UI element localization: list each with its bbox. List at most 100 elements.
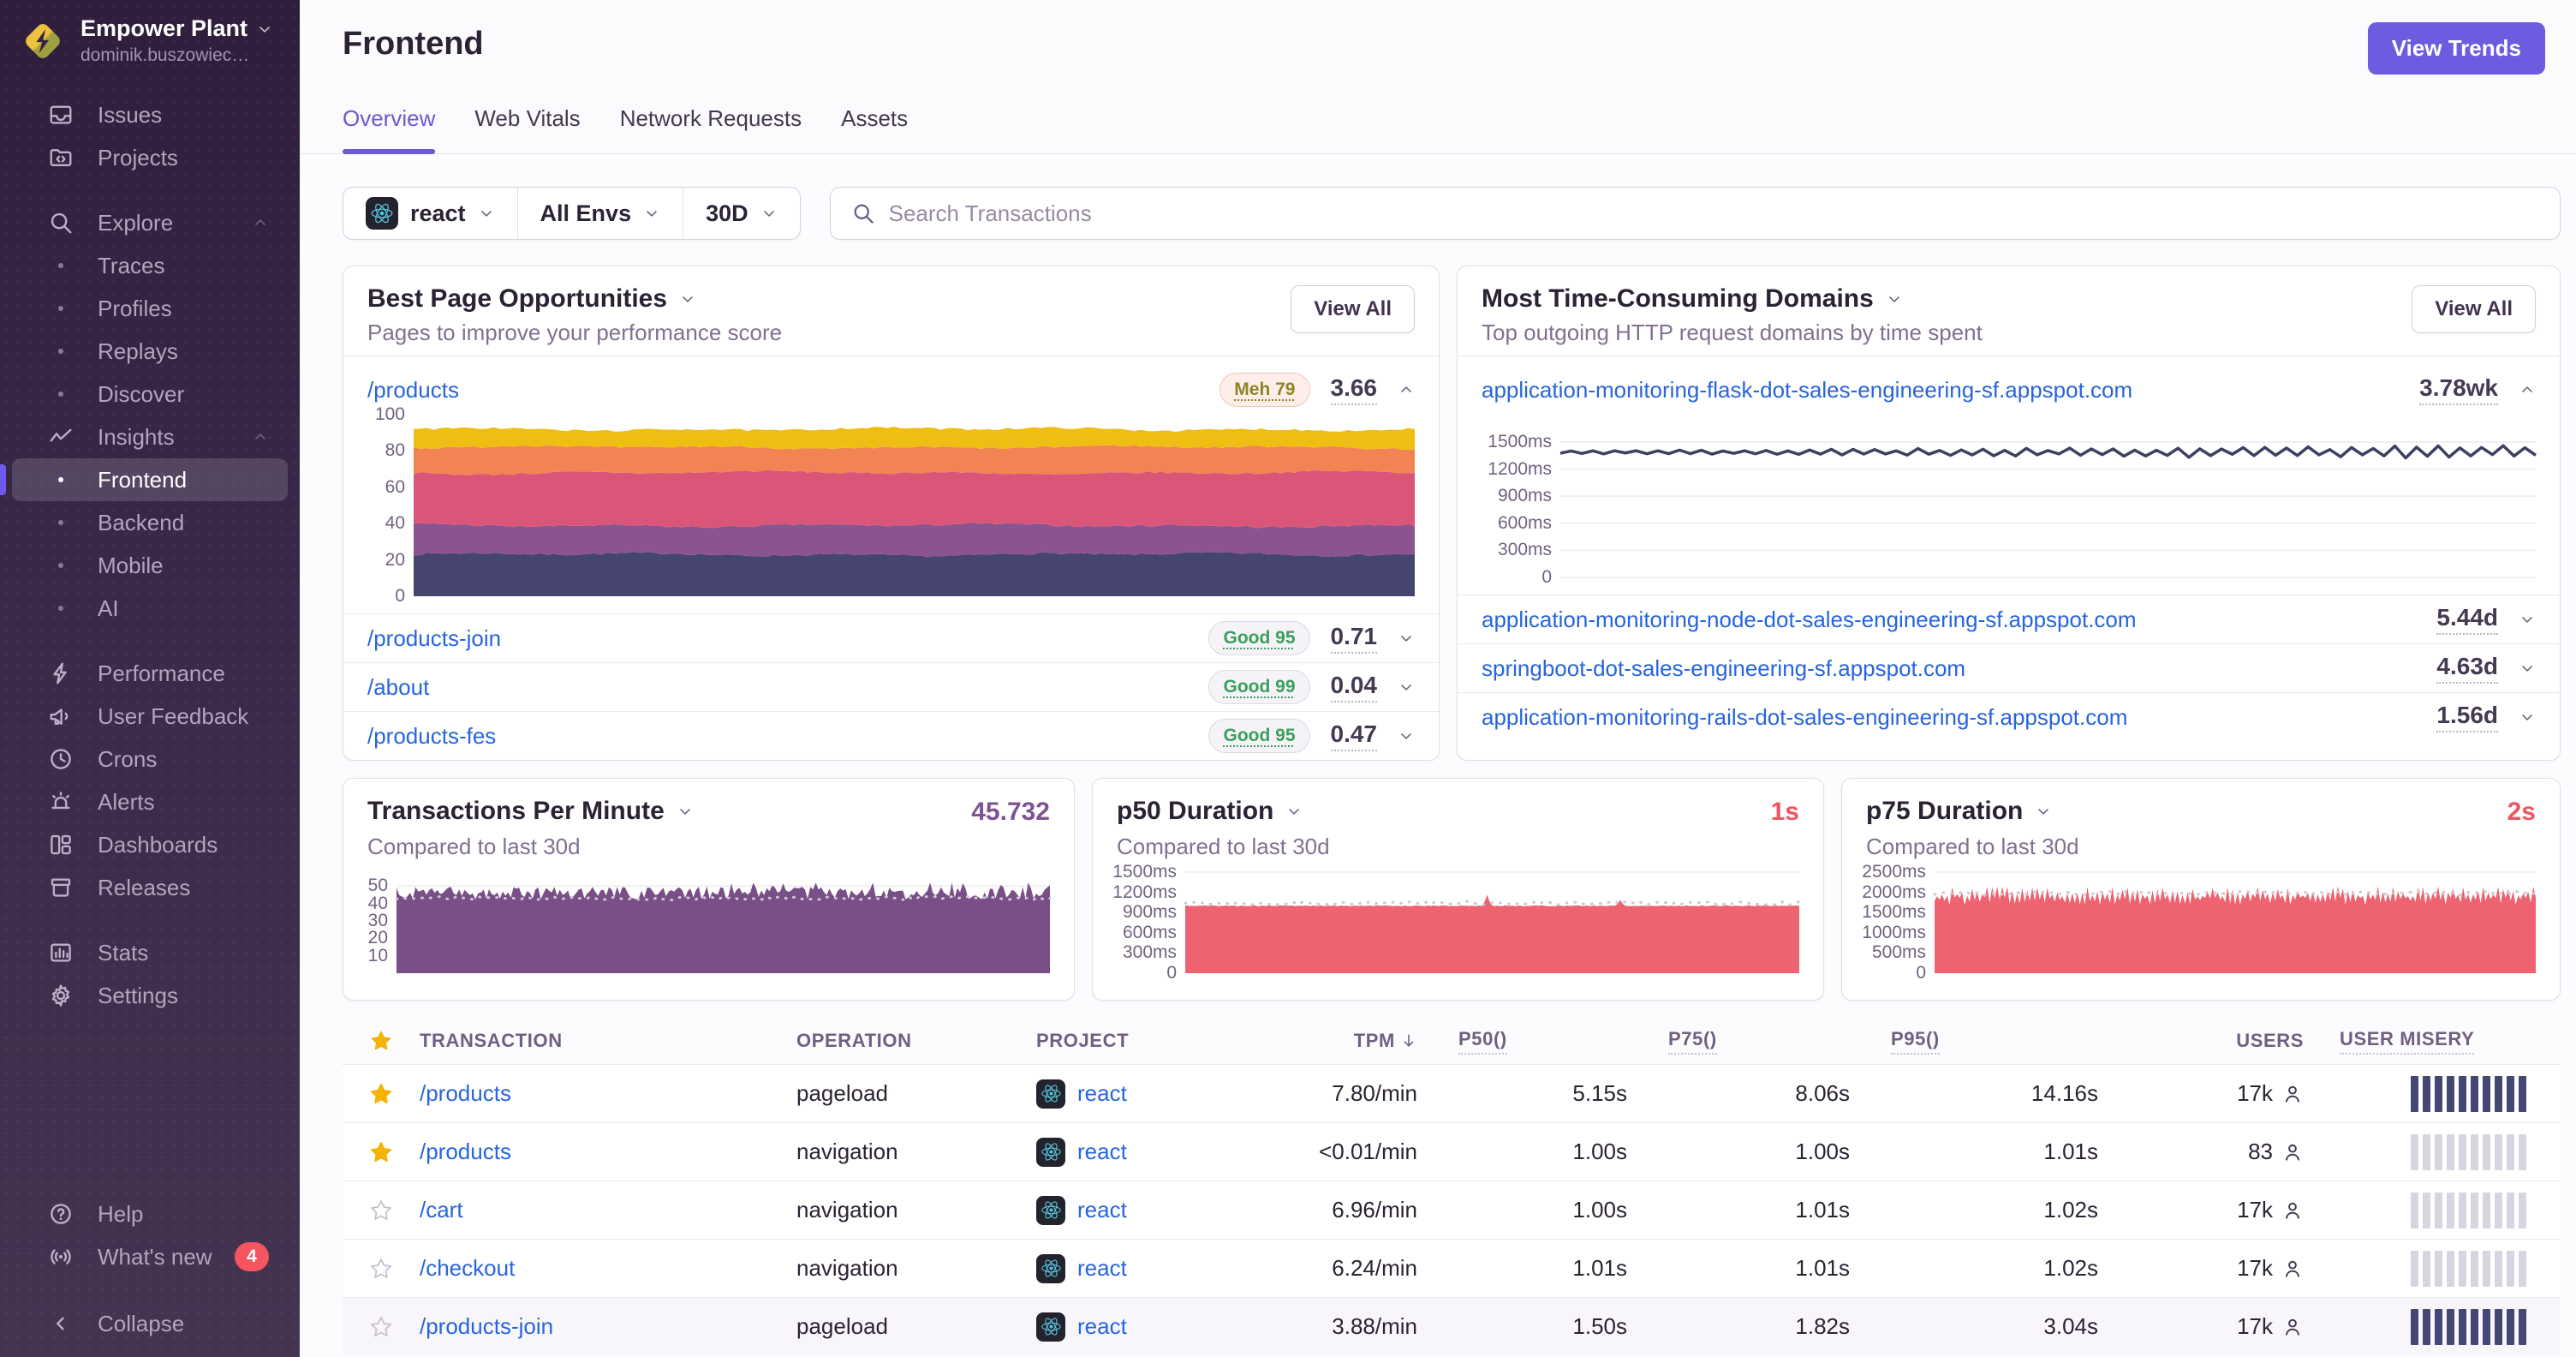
sidebar-group-explore[interactable]: Explore — [12, 201, 288, 244]
star-column-header[interactable] — [343, 1030, 420, 1052]
p95-cell: 1.01s — [2043, 1139, 2098, 1164]
chevron-down-icon[interactable] — [1398, 630, 1415, 647]
chevron-down-icon[interactable] — [2519, 708, 2536, 726]
sidebar-item-stats[interactable]: Stats — [12, 931, 288, 974]
tpm-cell: <0.01/min — [1319, 1139, 1417, 1164]
sidebar-item-backend[interactable]: Backend — [12, 501, 288, 544]
chevron-down-icon[interactable] — [2035, 803, 2052, 820]
transaction-link[interactable]: /products — [420, 1139, 511, 1165]
domain-link[interactable]: application-monitoring-flask-dot-sales-e… — [1482, 377, 2132, 404]
transaction-link[interactable]: /cart — [420, 1197, 463, 1223]
tab-overview[interactable]: Overview — [343, 105, 436, 154]
score-badge[interactable]: Meh 79 — [1219, 373, 1310, 407]
operation-cell: pageload — [796, 1080, 888, 1106]
domain-row: springboot-dot-sales-engineering-sf.apps… — [1458, 643, 2560, 692]
sidebar-group-insights[interactable]: Insights — [12, 415, 288, 458]
column-header-user-misery[interactable]: USER MISERY — [2304, 1028, 2561, 1055]
page-link[interactable]: /about — [367, 674, 429, 701]
chevron-down-icon[interactable] — [1285, 803, 1303, 820]
sidebar-item-user-feedback[interactable]: User Feedback — [12, 695, 288, 738]
sidebar-item-label: Stats — [98, 939, 149, 965]
column-header-transaction[interactable]: TRANSACTION — [420, 1030, 796, 1052]
project-filter-dropdown[interactable]: react — [343, 188, 518, 239]
search-input[interactable] — [888, 200, 2539, 227]
sidebar-item-profiles[interactable]: Profiles — [12, 287, 288, 330]
tab-network-requests[interactable]: Network Requests — [620, 105, 802, 153]
score-badge[interactable]: Good 99 — [1208, 670, 1310, 704]
sidebar-item-replays[interactable]: Replays — [12, 330, 288, 373]
tab-web-vitals[interactable]: Web Vitals — [474, 105, 580, 153]
sidebar-item-label: Replays — [98, 338, 178, 364]
sidebar-collapse-button[interactable]: Collapse — [12, 1302, 288, 1345]
sidebar-item-discover[interactable]: Discover — [12, 373, 288, 415]
sidebar-item-ai[interactable]: AI — [12, 587, 288, 630]
project-link[interactable]: react — [1077, 1197, 1127, 1223]
project-link[interactable]: react — [1077, 1255, 1127, 1282]
transaction-link[interactable]: /products-join — [420, 1313, 553, 1340]
table-row: /cart navigation react 6.96/min 1.00s 1.… — [343, 1181, 2561, 1239]
chevron-down-icon[interactable] — [2519, 611, 2536, 628]
star-toggle[interactable] — [343, 1199, 420, 1222]
sidebar-item-traces[interactable]: Traces — [12, 244, 288, 287]
domain-link[interactable]: application-monitoring-rails-dot-sales-e… — [1482, 704, 2127, 731]
sidebar-item-issues[interactable]: Issues — [12, 93, 288, 136]
sidebar-item-projects[interactable]: Projects — [12, 136, 288, 179]
star-toggle[interactable] — [343, 1082, 420, 1106]
page-link[interactable]: /products-fes — [367, 723, 496, 750]
sidebar-item-help[interactable]: Help — [12, 1193, 288, 1235]
whats-new-count-badge: 4 — [235, 1242, 269, 1271]
project-link[interactable]: react — [1077, 1080, 1127, 1107]
sidebar-item-whats-new[interactable]: What's new 4 — [12, 1235, 288, 1278]
project-link[interactable]: react — [1077, 1139, 1127, 1165]
chevron-up-icon[interactable] — [1398, 381, 1415, 398]
domain-link[interactable]: springboot-dot-sales-engineering-sf.apps… — [1482, 655, 1965, 682]
transaction-link[interactable]: /checkout — [420, 1255, 515, 1282]
view-all-button[interactable]: View All — [2412, 285, 2536, 333]
project-cell: react — [1036, 1137, 1250, 1167]
domain-link[interactable]: application-monitoring-node-dot-sales-en… — [1482, 607, 2137, 633]
chevron-down-icon[interactable] — [1398, 678, 1415, 696]
column-header-users[interactable]: USERS — [2098, 1030, 2304, 1052]
sidebar-item-releases[interactable]: Releases — [12, 866, 288, 909]
chevron-left-icon — [46, 1311, 75, 1336]
chevron-down-icon[interactable] — [679, 290, 696, 308]
chevron-up-icon[interactable] — [2519, 381, 2536, 398]
chevron-down-icon[interactable] — [1398, 727, 1415, 744]
project-link[interactable]: react — [1077, 1313, 1127, 1340]
sidebar-item-crons[interactable]: Crons — [12, 738, 288, 780]
page-link[interactable]: /products-join — [367, 625, 501, 652]
sidebar-item-performance[interactable]: Performance — [12, 652, 288, 695]
sidebar-item-settings[interactable]: Settings — [12, 974, 288, 1017]
sidebar-bottom: Help What's new 4 Collapse — [0, 1193, 300, 1357]
star-toggle[interactable] — [343, 1257, 420, 1281]
sidebar-item-frontend[interactable]: Frontend — [0, 458, 288, 501]
date-range-dropdown[interactable]: 30D — [683, 188, 800, 239]
chevron-down-icon[interactable] — [1886, 290, 1903, 308]
clock-icon — [46, 746, 75, 772]
env-filter-dropdown[interactable]: All Envs — [518, 188, 684, 239]
column-header-project[interactable]: PROJECT — [1036, 1030, 1250, 1052]
column-header-p95[interactable]: P95() — [1850, 1028, 2098, 1055]
column-header-p50[interactable]: P50() — [1417, 1028, 1627, 1055]
star-toggle[interactable] — [343, 1140, 420, 1164]
score-badge[interactable]: Good 95 — [1208, 719, 1310, 753]
p50-metric-card: p50 Duration 1s Compared to last 30d 150… — [1092, 778, 1824, 1001]
view-all-button[interactable]: View All — [1291, 285, 1415, 333]
chevron-down-icon[interactable] — [2519, 660, 2536, 677]
star-toggle[interactable] — [343, 1315, 420, 1339]
column-header-tpm[interactable]: TPM — [1250, 1030, 1417, 1052]
column-header-p75[interactable]: P75() — [1627, 1028, 1850, 1055]
page-link[interactable]: /products — [367, 377, 459, 404]
view-trends-button[interactable]: View Trends — [2367, 22, 2545, 75]
org-switcher[interactable]: Empower Plant dominik.buszowiec… — [21, 15, 283, 66]
sidebar-item-alerts[interactable]: Alerts — [12, 780, 288, 823]
sidebar-item-mobile[interactable]: Mobile — [12, 544, 288, 587]
tab-assets[interactable]: Assets — [841, 105, 908, 153]
p50-cell: 1.50s — [1572, 1313, 1627, 1339]
column-header-operation[interactable]: OPERATION — [796, 1030, 1036, 1052]
chevron-down-icon[interactable] — [677, 803, 694, 820]
dashboard-grid-icon — [46, 832, 75, 858]
sidebar-item-dashboards[interactable]: Dashboards — [12, 823, 288, 866]
score-badge[interactable]: Good 95 — [1208, 621, 1310, 655]
transaction-link[interactable]: /products — [420, 1080, 511, 1107]
